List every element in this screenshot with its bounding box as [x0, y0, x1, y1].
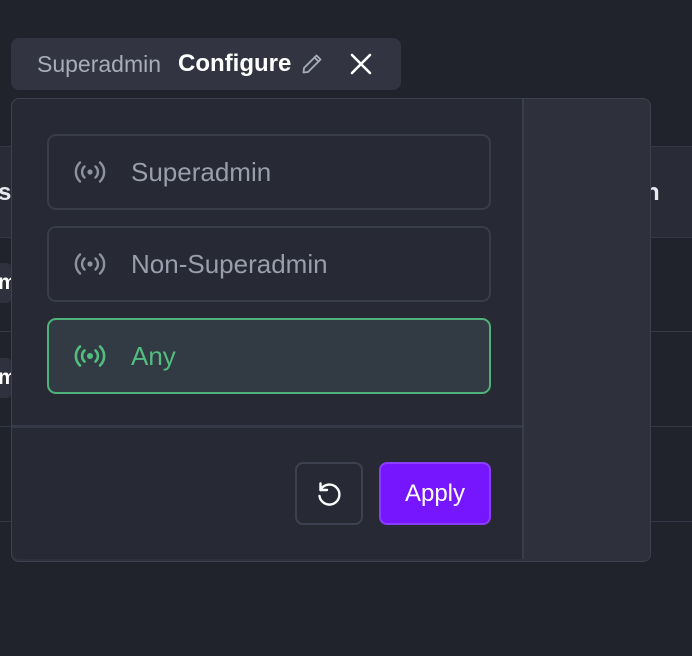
broadcast-icon [73, 343, 107, 369]
pencil-icon[interactable] [299, 51, 325, 77]
option-any[interactable]: Any [47, 318, 491, 394]
close-icon[interactable] [347, 50, 375, 78]
option-superadmin[interactable]: Superadmin [47, 134, 491, 210]
filter-tag[interactable]: Superadmin Configure [11, 38, 401, 90]
option-non-superadmin[interactable]: Non-Superadmin [47, 226, 491, 302]
table-header-left-fragment: s [0, 179, 12, 206]
option-label: Superadmin [131, 156, 272, 187]
filter-tag-value[interactable]: Configure [178, 50, 291, 78]
app-stage: s n m m Superadmin Configure Superadmin … [0, 0, 692, 656]
reset-button[interactable] [295, 462, 363, 525]
option-label: Non-Superadmin [131, 248, 328, 279]
broadcast-icon [73, 251, 107, 277]
apply-button[interactable]: Apply [379, 462, 491, 525]
option-label: Any [131, 340, 176, 371]
reset-icon [314, 479, 344, 509]
filter-tag-key: Superadmin [37, 50, 162, 77]
broadcast-icon [73, 159, 107, 185]
popover-divider [12, 425, 522, 428]
filter-popover: Superadmin Non-Superadmin Any Apply [12, 99, 524, 559]
